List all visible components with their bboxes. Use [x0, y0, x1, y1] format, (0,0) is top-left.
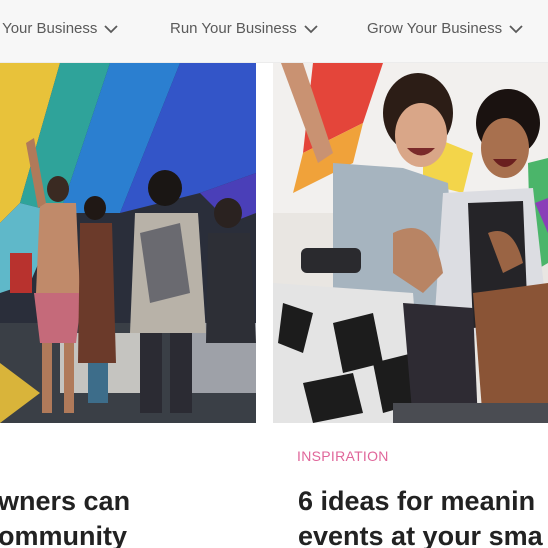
- article-image-two-friends-laughing[interactable]: [273, 63, 548, 423]
- headline-line: 6 ideas for meanin: [298, 486, 536, 516]
- nav-item-start-your-business[interactable]: t Your Business: [0, 20, 119, 37]
- headline-line: wners can: [0, 486, 131, 516]
- chevron-down-icon: [104, 24, 119, 33]
- nav-item-grow-your-business[interactable]: Grow Your Business: [367, 20, 524, 37]
- pride-crowd-photo: [0, 63, 256, 423]
- article-image-pride-crowd[interactable]: [0, 63, 256, 423]
- nav-item-run-your-business[interactable]: Run Your Business: [170, 20, 319, 37]
- chevron-down-icon: [509, 24, 523, 33]
- chevron-down-icon: [304, 24, 318, 33]
- nav-item-label: Grow Your Business: [367, 20, 503, 37]
- nav-item-label: t Your Business: [0, 20, 98, 37]
- page: t Your Business Run Your Business Grow Y…: [0, 0, 548, 548]
- headline-line: events at your sma: [298, 521, 543, 548]
- article-headline[interactable]: wners can ommunity: [0, 484, 130, 548]
- nav-item-label: Run Your Business: [170, 20, 297, 37]
- top-navigation: t Your Business Run Your Business Grow Y…: [0, 0, 548, 63]
- category-label[interactable]: INSPIRATION: [297, 448, 389, 464]
- article-headline[interactable]: 6 ideas for meanin events at your sma: [298, 484, 543, 548]
- headline-line: ommunity: [0, 521, 128, 548]
- friends-laughing-photo: [273, 63, 548, 423]
